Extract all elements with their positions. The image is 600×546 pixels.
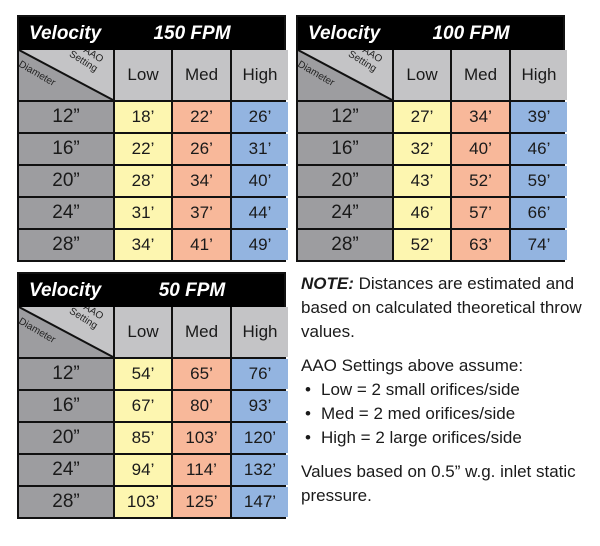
med-cell: 103’: [173, 423, 230, 453]
column-header-high: High: [511, 50, 567, 100]
throw-table-50-fpm: Velocity 50 FPM AAO Setting Diameter Low Med Hi…: [17, 272, 288, 519]
high-cell: 59’: [511, 166, 567, 196]
column-header-high: High: [232, 50, 288, 100]
note-paragraph: NOTE: Distances are estimated and based …: [301, 272, 596, 344]
diameter-cell: 12”: [19, 359, 113, 389]
low-cell: 52’: [394, 230, 450, 260]
low-cell: 18’: [115, 102, 171, 132]
low-cell: 43’: [394, 166, 450, 196]
high-cell: 39’: [511, 102, 567, 132]
column-header-med: Med: [452, 50, 509, 100]
diameter-cell: 16”: [19, 391, 113, 421]
med-cell: 34’: [173, 166, 230, 196]
velocity-header: Velocity 150 FPM: [19, 17, 284, 50]
pressure-note: Values based on 0.5” w.g. inlet static p…: [301, 462, 576, 505]
column-header-low: Low: [115, 307, 171, 357]
diameter-cell: 12”: [298, 102, 392, 132]
diameter-cell: 12”: [19, 102, 113, 132]
low-cell: 46’: [394, 198, 450, 228]
settings-item-med: • Med = 2 med orifices/side: [301, 402, 596, 426]
velocity-label: Velocity: [29, 22, 102, 44]
notes-panel: NOTE: Distances are estimated and based …: [301, 272, 596, 508]
high-cell: 93’: [232, 391, 288, 421]
low-cell: 94’: [115, 455, 171, 485]
diameter-cell: 20”: [19, 423, 113, 453]
velocity-label: Velocity: [308, 22, 381, 44]
low-cell: 22’: [115, 134, 171, 164]
velocity-label: Velocity: [29, 279, 102, 301]
fpm-value: 50 FPM: [158, 279, 226, 301]
med-cell: 22’: [173, 102, 230, 132]
high-cell: 49’: [232, 230, 288, 260]
diameter-cell: 28”: [19, 487, 113, 517]
corner-header: AAO Setting Diameter: [298, 50, 392, 100]
low-cell: 31’: [115, 198, 171, 228]
med-cell: 65’: [173, 359, 230, 389]
low-cell: 32’: [394, 134, 450, 164]
throw-grid: AAO Setting Diameter Low Med High 12” 18’ 22’ 26’…: [19, 50, 288, 260]
high-cell: 31’: [232, 134, 288, 164]
low-cell: 67’: [115, 391, 171, 421]
med-cell: 63’: [452, 230, 509, 260]
med-cell: 125’: [173, 487, 230, 517]
low-cell: 27’: [394, 102, 450, 132]
column-header-low: Low: [115, 50, 171, 100]
fpm-value: 150 FPM: [153, 22, 231, 44]
settings-item-low: • Low = 2 small orifices/side: [301, 378, 596, 402]
throw-table-150-fpm: Velocity 150 FPM AAO Setting Diameter Low Med H…: [17, 15, 288, 262]
settings-item-high: • High = 2 large orifices/side: [301, 426, 596, 450]
bullet-icon: •: [305, 404, 311, 423]
diameter-cell: 20”: [298, 166, 392, 196]
high-cell: 76’: [232, 359, 288, 389]
high-cell: 40’: [232, 166, 288, 196]
low-cell: 103’: [115, 487, 171, 517]
settings-intro: AAO Settings above assume:: [301, 356, 524, 375]
diameter-cell: 24”: [19, 455, 113, 485]
diameter-cell: 20”: [19, 166, 113, 196]
velocity-header: Velocity 100 FPM: [298, 17, 563, 50]
med-cell: 57’: [452, 198, 509, 228]
velocity-header: Velocity 50 FPM: [19, 274, 284, 307]
diameter-cell: 24”: [298, 198, 392, 228]
med-cell: 26’: [173, 134, 230, 164]
med-cell: 114’: [173, 455, 230, 485]
column-header-low: Low: [394, 50, 450, 100]
high-cell: 66’: [511, 198, 567, 228]
high-cell: 44’: [232, 198, 288, 228]
column-header-med: Med: [173, 50, 230, 100]
high-cell: 120’: [232, 423, 288, 453]
diameter-cell: 24”: [19, 198, 113, 228]
diameter-cell: 16”: [298, 134, 392, 164]
high-cell: 26’: [232, 102, 288, 132]
bullet-icon: •: [305, 428, 311, 447]
med-cell: 52’: [452, 166, 509, 196]
corner-header: AAO Setting Diameter: [19, 50, 113, 100]
med-cell: 34’: [452, 102, 509, 132]
throw-grid: AAO Setting Diameter Low Med High 12” 27’ 34’ 39’…: [298, 50, 567, 260]
low-cell: 85’: [115, 423, 171, 453]
high-cell: 74’: [511, 230, 567, 260]
column-header-med: Med: [173, 307, 230, 357]
note-label: NOTE:: [301, 274, 354, 293]
med-cell: 37’: [173, 198, 230, 228]
high-cell: 132’: [232, 455, 288, 485]
diameter-cell: 16”: [19, 134, 113, 164]
throw-table-100-fpm: Velocity 100 FPM AAO Setting Diameter Low Med H…: [296, 15, 567, 262]
corner-header: AAO Setting Diameter: [19, 307, 113, 357]
throw-grid: AAO Setting Diameter Low Med High 12” 54’ 65’ 76’…: [19, 307, 288, 517]
med-cell: 40’: [452, 134, 509, 164]
diameter-cell: 28”: [19, 230, 113, 260]
settings-list: • Low = 2 small orifices/side • Med = 2 me…: [301, 378, 596, 450]
column-header-high: High: [232, 307, 288, 357]
high-cell: 46’: [511, 134, 567, 164]
diameter-cell: 28”: [298, 230, 392, 260]
high-cell: 147’: [232, 487, 288, 517]
bullet-icon: •: [305, 380, 311, 399]
low-cell: 28’: [115, 166, 171, 196]
med-cell: 41’: [173, 230, 230, 260]
low-cell: 34’: [115, 230, 171, 260]
fpm-value: 100 FPM: [432, 22, 510, 44]
low-cell: 54’: [115, 359, 171, 389]
med-cell: 80’: [173, 391, 230, 421]
